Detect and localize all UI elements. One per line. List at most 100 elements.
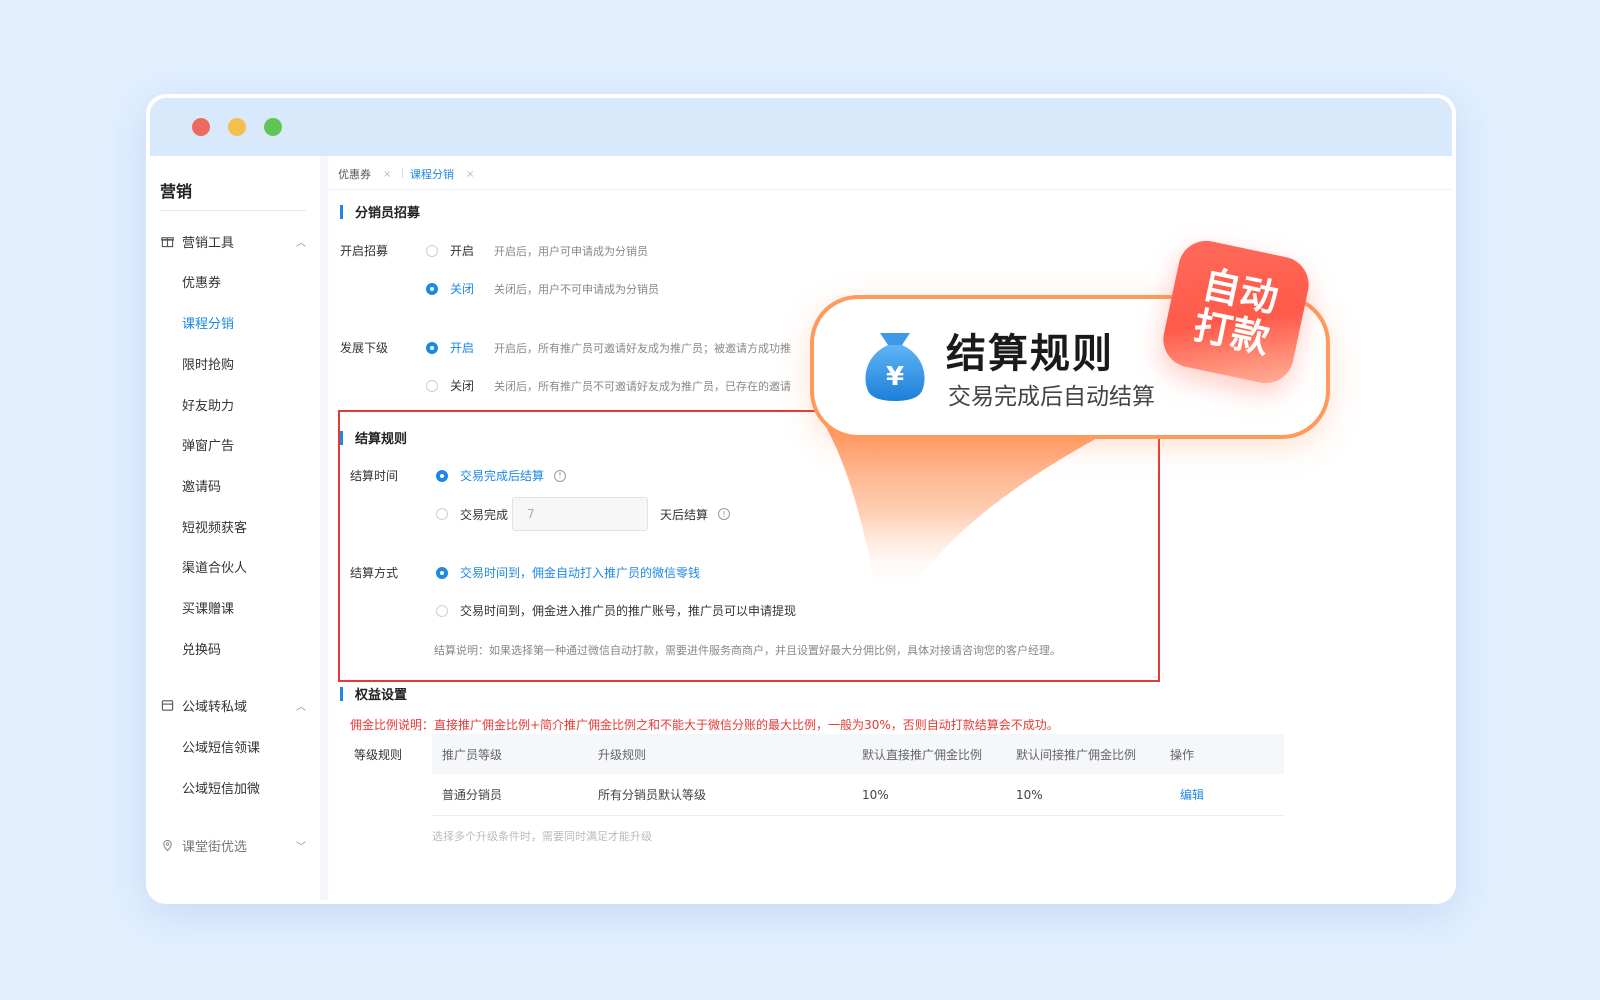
- sidebar-group-label: 营销工具: [182, 236, 235, 251]
- sidebar: 营销 营销工具 ︿ 优惠券 课程分销 限时抢购 好友助力 弹窗广告 邀请码 短视…: [150, 156, 320, 900]
- sidebar-item-short-video[interactable]: 短视频获客: [182, 517, 247, 536]
- sidebar-divider: [160, 210, 306, 211]
- sidebar-group-label: 公域转私域: [182, 700, 248, 715]
- table-cell: 所有分销员默认等级: [598, 788, 707, 802]
- tab-separator: [402, 168, 403, 178]
- info-icon[interactable]: !: [554, 469, 567, 482]
- tab-label: 优惠券: [338, 168, 371, 181]
- days-input[interactable]: 7: [512, 497, 649, 531]
- gift-icon: [160, 235, 174, 249]
- column-header: 操作: [1170, 747, 1195, 762]
- radio-label: 交易完成后结算: [460, 469, 545, 483]
- option-description: 关闭后，所有推广员不可邀请好友成为推广员，已存在的邀请: [494, 379, 792, 393]
- sidebar-item-invite-code[interactable]: 邀请码: [182, 476, 221, 495]
- radio-label: 关闭: [450, 379, 475, 393]
- radio-button-selected[interactable]: [426, 341, 438, 354]
- radio-label: 关闭: [450, 282, 475, 296]
- radio-button[interactable]: [436, 508, 448, 520]
- close-icon[interactable]: ×: [466, 169, 474, 180]
- section-heading-rights: 权益设置: [340, 684, 407, 703]
- option-description: 关闭后，用户不可申请成为分销员: [494, 282, 660, 296]
- chevron-down-icon: ﹀: [296, 842, 306, 853]
- sidebar-group-public-to-private[interactable]: 公域转私域 ︿: [160, 696, 306, 715]
- tab-coupon[interactable]: 优惠券 ×: [338, 166, 391, 182]
- section-heading-recruit: 分销员招募: [340, 202, 420, 221]
- close-icon[interactable]: ×: [383, 169, 391, 180]
- sidebar-item-flash-sale[interactable]: 限时抢购: [182, 354, 234, 373]
- radio-button[interactable]: [426, 244, 438, 257]
- callout-subtitle: 交易完成后自动结算: [948, 384, 1155, 410]
- settlement-method-option-account[interactable]: 交易时间到，佣金进入推广员的推广账号，推广员可以申请提现: [436, 602, 796, 619]
- chevron-up-icon: ︿: [296, 238, 306, 249]
- edit-link[interactable]: 编辑: [1160, 786, 1284, 803]
- auto-payout-badge: 自动 打款: [1158, 235, 1314, 389]
- settlement-method-option-wechat[interactable]: 交易时间到，佣金自动打入推广员的微信零钱: [436, 564, 700, 581]
- sidebar-title: 营销: [160, 182, 193, 201]
- table-row: 普通分销员 所有分销员默认等级 10% 10% 编辑: [432, 774, 1284, 816]
- column-header: 升级规则: [598, 747, 647, 762]
- callout-tail: [822, 420, 1112, 593]
- sidebar-item-channel-partner[interactable]: 渠道合伙人: [182, 557, 247, 576]
- sidebar-item-sms-wechat[interactable]: 公域短信加微: [182, 778, 260, 797]
- close-window-button[interactable]: [192, 118, 210, 136]
- level-rules-label: 等级规则: [354, 748, 403, 762]
- table-footnote: 选择多个升级条件时，需要同时满足才能升级: [432, 830, 652, 843]
- settlement-method-label: 结算方式: [350, 566, 399, 580]
- recruit-option-open[interactable]: 开启 开启后，用户可申请成为分销员: [426, 242, 648, 259]
- sidebar-group-class-street[interactable]: 课堂街优选 ﹀: [160, 836, 306, 855]
- sidebar-item-coupon[interactable]: 优惠券: [182, 272, 221, 291]
- subordinate-label: 发展下级: [340, 341, 389, 355]
- recruit-label: 开启招募: [340, 244, 389, 258]
- sidebar-item-sms-course[interactable]: 公域短信领课: [182, 737, 260, 756]
- title-bar: [150, 98, 1452, 156]
- subordinate-option-close[interactable]: 关闭 关闭后，所有推广员不可邀请好友成为推广员，已存在的邀请: [426, 377, 791, 394]
- recruit-option-close[interactable]: 关闭 关闭后，用户不可申请成为分销员: [426, 280, 659, 297]
- column-header: 推广员等级: [442, 747, 503, 762]
- column-header: 默认直接推广佣金比例: [862, 747, 983, 762]
- tab-course-distribution[interactable]: 课程分销 ×: [410, 166, 474, 182]
- yuan-symbol: ¥: [886, 362, 904, 392]
- option-description: 开启后，用户可申请成为分销员: [494, 244, 649, 258]
- table-header: 推广员等级 升级规则 默认直接推广佣金比例 默认间接推广佣金比例 操作: [432, 734, 1284, 774]
- subordinate-option-open[interactable]: 开启 开启后，所有推广员可邀请好友成为推广员；被邀请方成功推: [426, 339, 791, 356]
- settlement-note: 结算说明：如果选择第一种通过微信自动打款，需要进件服务商商户，并且设置好最大分佣…: [434, 644, 1061, 657]
- sidebar-item-buy-gift[interactable]: 买课赠课: [182, 598, 234, 617]
- settlement-time-option-on-complete[interactable]: 交易完成后结算 !: [436, 467, 567, 484]
- radio-button[interactable]: [436, 604, 448, 617]
- location-pin-icon: [160, 839, 174, 853]
- callout-title: 结算规则: [946, 331, 1114, 377]
- radio-button-selected[interactable]: [426, 282, 438, 295]
- option-description: 开启后，所有推广员可邀请好友成为推广员；被邀请方成功推: [494, 341, 792, 355]
- radio-button[interactable]: [426, 379, 438, 392]
- level-table: 推广员等级 升级规则 默认直接推广佣金比例 默认间接推广佣金比例 操作 普通分销…: [432, 734, 1284, 816]
- table-cell: 10%: [862, 787, 889, 802]
- radio-button-selected[interactable]: [436, 566, 448, 579]
- info-icon[interactable]: !: [718, 508, 731, 520]
- tab-label: 课程分销: [410, 168, 454, 181]
- app-window: 营销 营销工具 ︿ 优惠券 课程分销 限时抢购 好友助力 弹窗广告 邀请码 短视…: [146, 94, 1456, 904]
- money-bag-icon: ¥: [865, 333, 925, 401]
- days-suffix-label: 天后结算: [660, 507, 709, 522]
- commission-warning: 佣金比例说明：直接推广佣金比例+简介推广佣金比例之和不能大于微信分账的最大比例，…: [350, 718, 1059, 732]
- table-cell: 普通分销员: [442, 788, 503, 802]
- sidebar-item-friend-assist[interactable]: 好友助力: [182, 395, 234, 414]
- section-heading-settlement: 结算规则: [340, 428, 407, 447]
- sidebar-gap: [320, 156, 328, 900]
- settlement-time-label: 结算时间: [350, 469, 399, 483]
- store-icon: [160, 699, 174, 713]
- sidebar-item-popup-ads[interactable]: 弹窗广告: [182, 435, 234, 454]
- sidebar-group-marketing-tools[interactable]: 营销工具 ︿: [160, 232, 306, 251]
- column-header: 默认间接推广佣金比例: [1016, 747, 1137, 762]
- radio-label: 开启: [450, 244, 475, 258]
- radio-label: 交易时间到，佣金进入推广员的推广账号，推广员可以申请提现: [460, 604, 797, 618]
- minimize-window-button[interactable]: [228, 118, 246, 136]
- sidebar-group-label: 课堂街优选: [182, 840, 248, 855]
- settlement-time-option-delayed[interactable]: 交易完成 7 天后结算 !: [436, 497, 731, 531]
- sidebar-item-course-distribution[interactable]: 课程分销: [182, 313, 234, 332]
- radio-button-selected[interactable]: [436, 469, 448, 482]
- maximize-window-button[interactable]: [264, 118, 282, 136]
- chevron-up-icon: ︿: [296, 702, 306, 713]
- sidebar-item-redeem-code[interactable]: 兑换码: [182, 639, 221, 658]
- radio-label: 交易时间到，佣金自动打入推广员的微信零钱: [460, 566, 701, 580]
- radio-label: 交易完成: [460, 507, 509, 522]
